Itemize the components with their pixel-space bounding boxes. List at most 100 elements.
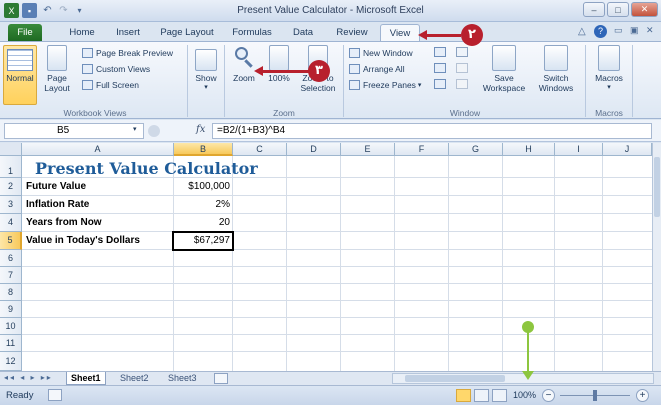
page-break-preview-button[interactable]: Page Break Preview [82,46,173,59]
name-box[interactable]: B5 [4,123,144,139]
minimize-button[interactable]: – [583,2,605,17]
new-window-button[interactable]: New Window [349,46,413,59]
macros-dropdown-icon: ▾ [607,84,611,91]
formula-input[interactable]: =B2/(1+B3)^B4 [212,123,652,139]
label-years-from-now[interactable]: Years from Now [26,217,102,228]
value-inflation-rate[interactable]: 2% [174,199,230,210]
label-value-today[interactable]: Value in Today's Dollars [26,235,140,246]
show-button[interactable]: Show ▾ [191,49,221,93]
show-label: Show [195,73,217,83]
custom-views-icon [82,63,93,74]
row-header-2[interactable]: 2 [0,178,22,196]
switch-windows-button[interactable]: Switch Windows [530,45,582,93]
column-header-a[interactable]: A [22,143,174,156]
row-header-6[interactable]: 6 [0,250,22,267]
normal-view-button[interactable]: Normal [3,45,37,105]
column-header-f[interactable]: F [395,143,449,156]
doc-minimize-icon[interactable]: ▭ [614,25,623,36]
freeze-panes-button[interactable]: Freeze Panes ▾ [349,78,421,91]
select-all-corner[interactable] [0,143,22,156]
name-box-dropdown-icon[interactable]: ▾ [133,125,137,133]
sheet-nav-icons[interactable]: ◂◂ ◂ ▸ ▸▸ [4,373,53,382]
macro-record-icon[interactable] [48,389,62,401]
label-future-value[interactable]: Future Value [26,181,86,192]
row-header-4[interactable]: 4 [0,214,22,232]
maximize-button[interactable]: □ [607,2,629,17]
page-layout-button[interactable]: Page Layout [41,45,73,93]
zoom-level[interactable]: 100% [513,390,536,400]
zoom-group-label: Zoom [273,108,295,118]
column-header-e[interactable]: E [341,143,395,156]
save-workspace-button[interactable]: Save Workspace [480,45,528,93]
zoom-out-button[interactable]: − [542,389,555,402]
ribbon-minimize-icon[interactable]: △ [578,26,586,37]
custom-views-button[interactable]: Custom Views [82,62,150,75]
fx-icon[interactable]: fx [196,124,205,135]
hide-icon[interactable] [434,63,446,73]
arrange-all-button[interactable]: Arrange All [349,62,405,75]
gridline [22,195,652,196]
doc-close-icon[interactable]: ✕ [646,25,654,36]
page-break-status-icon[interactable] [492,389,507,402]
normal-view-status-icon[interactable] [456,389,471,402]
sheet-title-cell[interactable]: Present Value Calculator [35,159,258,178]
tab-review[interactable]: Review [332,24,372,41]
tab-file[interactable]: File [8,24,42,41]
insert-sheet-icon[interactable] [214,373,228,384]
view-side-by-side-icon[interactable] [456,47,468,57]
vertical-scroll-thumb[interactable] [654,157,660,217]
close-button[interactable]: ✕ [631,2,658,17]
column-header-g[interactable]: G [449,143,503,156]
column-header-h[interactable]: H [503,143,555,156]
row-header-1[interactable]: 1 [0,156,22,178]
vertical-scrollbar[interactable] [652,143,661,371]
gridline [22,231,652,232]
row-header-12[interactable]: 12 [0,352,22,371]
unhide-icon[interactable] [434,79,446,89]
horizontal-scroll-thumb[interactable] [405,375,505,382]
row-header-3[interactable]: 3 [0,196,22,214]
worksheet-grid[interactable]: A B C D E F G H I J 1 2 3 4 5 6 7 8 9 10… [0,143,652,371]
row-header-8[interactable]: 8 [0,284,22,301]
macros-button[interactable]: Macros ▾ [589,45,629,93]
tab-page-layout[interactable]: Page Layout [158,24,216,41]
zoom-slider-thumb[interactable] [593,390,597,401]
split-icon[interactable] [434,47,446,57]
zoom-in-button[interactable]: + [636,389,649,402]
row-header-9[interactable]: 9 [0,301,22,318]
row-header-5[interactable]: 5 [0,232,22,250]
tab-insert[interactable]: Insert [110,24,146,41]
zoom-button[interactable]: Zoom [228,45,260,83]
excel-window: X ▪ ↶ ↷ ▾ Present Value Calculator - Mic… [0,0,661,405]
status-ready: Ready [6,390,34,401]
sheet-tab-3[interactable]: Sheet3 [164,372,201,385]
value-today-dollars[interactable]: $67,297 [174,235,230,246]
tab-home[interactable]: Home [64,24,100,41]
tab-data[interactable]: Data [288,24,318,41]
column-header-b[interactable]: B [174,143,233,156]
row-header-11[interactable]: 11 [0,335,22,352]
page-layout-icon [47,45,67,71]
tab-view[interactable]: View [380,24,420,41]
doc-restore-icon[interactable]: ▣ [630,25,639,36]
full-screen-button[interactable]: Full Screen [82,78,139,91]
help-icon[interactable]: ? [594,25,607,38]
column-header-j[interactable]: J [603,143,652,156]
formula-expand-icon [148,125,160,137]
sheet-tab-1[interactable]: Sheet1 [66,372,106,385]
full-screen-label: Full Screen [96,79,139,90]
label-inflation-rate[interactable]: Inflation Rate [26,199,89,210]
gridline [394,156,395,371]
value-future-value[interactable]: $100,000 [174,181,230,192]
column-header-d[interactable]: D [287,143,341,156]
column-header-c[interactable]: C [233,143,287,156]
zoom-pointer-arrowhead [522,371,534,380]
column-header-i[interactable]: I [555,143,603,156]
value-years-from-now[interactable]: 20 [174,217,230,228]
page-layout-status-icon[interactable] [474,389,489,402]
row-header-10[interactable]: 10 [0,318,22,335]
tab-formulas[interactable]: Formulas [228,24,276,41]
sheet-tab-2[interactable]: Sheet2 [116,372,153,385]
zoom-100-button[interactable]: 100% [264,45,294,83]
row-header-7[interactable]: 7 [0,267,22,284]
